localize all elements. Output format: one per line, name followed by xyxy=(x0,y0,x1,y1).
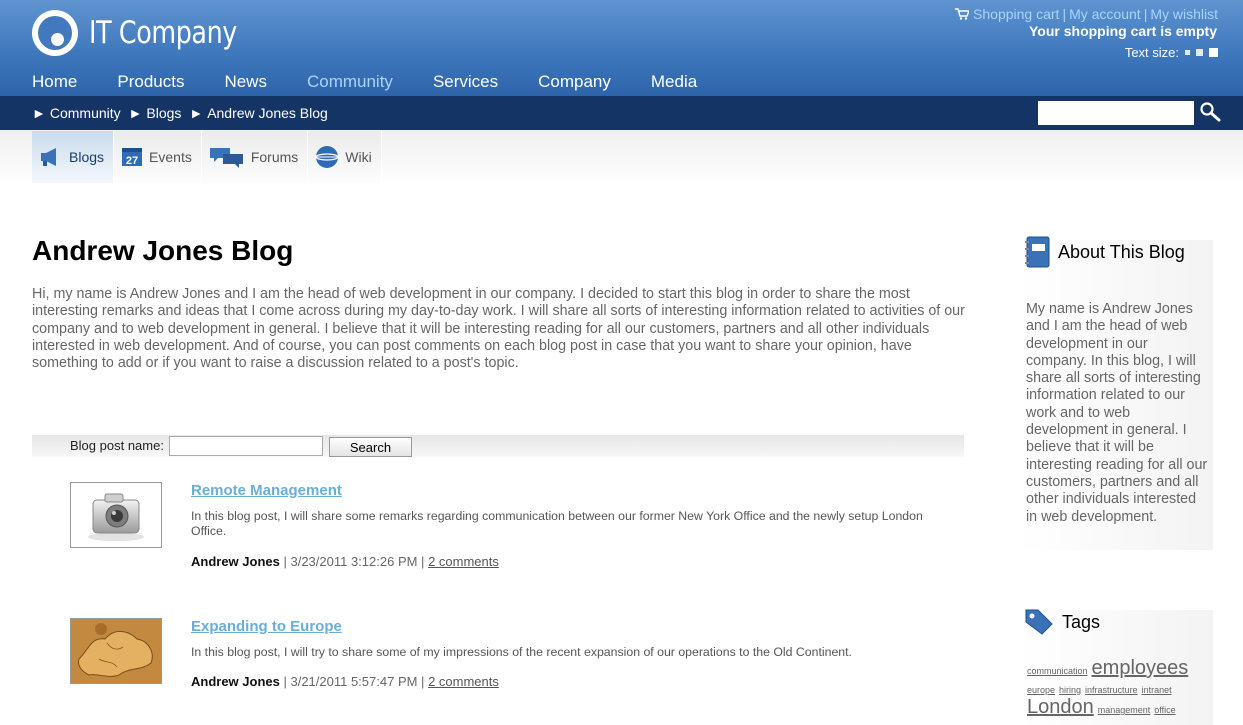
post-comments-link[interactable]: 2 comments xyxy=(428,554,499,569)
tag-link[interactable]: office xyxy=(1154,705,1175,715)
text-size-large-button[interactable] xyxy=(1209,48,1218,57)
tab-wiki[interactable]: Wiki xyxy=(308,131,382,183)
tag-link[interactable]: europe xyxy=(1027,685,1055,695)
europe-map-image xyxy=(71,619,161,683)
separator: | xyxy=(1143,6,1148,22)
community-subnav: Blogs 27 Events Forums Wiki xyxy=(32,131,382,183)
post-meta: Andrew Jones | 3/23/2011 3:12:26 PM | 2 … xyxy=(191,554,499,569)
chat-bubbles-icon xyxy=(209,148,243,168)
tag-icon xyxy=(1025,609,1053,635)
camera-image xyxy=(88,493,144,541)
nav-news[interactable]: News xyxy=(224,72,267,92)
breadcrumb-arrow-icon: ► xyxy=(189,105,204,121)
tag-link[interactable]: London xyxy=(1027,696,1094,718)
blog-post: Remote Management In this blog post, I w… xyxy=(70,482,970,582)
post-date: | 3/21/2011 5:57:47 PM | xyxy=(283,674,425,689)
text-size-label: Text size: xyxy=(1124,45,1179,60)
about-text: My name is Andrew Jones and I am the hea… xyxy=(1026,301,1208,525)
nav-services[interactable]: Services xyxy=(433,72,498,92)
tags-heading: Tags xyxy=(1024,608,1100,636)
tag-cloud: communication employees europe hiring infra… xyxy=(1027,657,1217,719)
tag-link[interactable]: infrastructure xyxy=(1085,685,1138,695)
breadcrumb-community[interactable]: Community xyxy=(50,105,121,121)
post-author: Andrew Jones xyxy=(191,674,280,689)
post-meta: Andrew Jones | 3/21/2011 5:57:47 PM | 2 … xyxy=(191,674,499,689)
my-wishlist-link[interactable]: My wishlist xyxy=(1150,6,1218,22)
main-nav: Home Products News Community Services Co… xyxy=(32,72,737,92)
text-size-medium-button[interactable] xyxy=(1196,49,1203,56)
tag-link[interactable]: employees xyxy=(1092,657,1189,679)
tab-events-label: Events xyxy=(149,149,192,165)
logo-icon xyxy=(32,10,78,56)
post-thumbnail[interactable] xyxy=(70,618,162,684)
account-links: Shopping cart | My account | My wishlist xyxy=(955,6,1218,22)
blog-intro: Hi, my name is Andrew Jones and I am the… xyxy=(32,286,965,372)
about-title: About This Blog xyxy=(1058,241,1185,262)
tag-link[interactable]: intranet xyxy=(1142,685,1172,695)
post-date: | 3/23/2011 3:12:26 PM | xyxy=(283,554,425,569)
breadcrumb-arrow-icon: ► xyxy=(32,105,46,121)
nav-products[interactable]: Products xyxy=(117,72,184,92)
breadcrumb-arrow-icon: ► xyxy=(128,105,143,121)
text-size-control: Text size: xyxy=(1125,45,1218,60)
breadcrumb: ► Community ► Blogs ► Andrew Jones Blog xyxy=(32,105,332,121)
text-size-small-button[interactable] xyxy=(1185,50,1190,55)
tab-events[interactable]: 27 Events xyxy=(114,131,202,183)
tab-forums[interactable]: Forums xyxy=(201,131,309,183)
search-icon[interactable] xyxy=(1198,101,1224,123)
blog-search-input[interactable] xyxy=(169,436,323,456)
nav-home[interactable]: Home xyxy=(32,72,77,92)
megaphone-icon xyxy=(41,148,56,166)
tab-blogs-label: Blogs xyxy=(69,149,105,165)
about-heading: About This Blog xyxy=(1024,236,1185,268)
tab-wiki-label: Wiki xyxy=(345,149,372,165)
post-summary: In this blog post, I will share some rem… xyxy=(191,509,923,538)
tab-forums-label: Forums xyxy=(250,149,299,165)
breadcrumb-current: Andrew Jones Blog xyxy=(207,105,328,121)
site-search-input[interactable] xyxy=(1038,101,1194,125)
calendar-icon: 27 xyxy=(122,148,143,167)
blog-search-button[interactable]: Search xyxy=(329,437,412,457)
tab-blogs[interactable]: Blogs xyxy=(32,131,115,183)
site-header: IT Company Shopping cart | My account | My w… xyxy=(0,0,1243,96)
tags-title: Tags xyxy=(1062,611,1101,632)
blog-search-label: Blog post name: xyxy=(70,438,164,453)
post-summary: In this blog post, I will try to share s… xyxy=(191,645,852,659)
shopping-cart-link[interactable]: Shopping cart xyxy=(973,6,1059,22)
shopping-cart-icon xyxy=(955,8,970,20)
blog-search-bar: Blog post name: Search xyxy=(32,435,964,457)
globe-icon xyxy=(315,146,339,168)
blog-post: Expanding to Europe In this blog post, I… xyxy=(70,618,970,708)
notebook-icon xyxy=(1025,236,1050,268)
tag-link[interactable]: hiring xyxy=(1059,685,1081,695)
post-comments-link[interactable]: 2 comments xyxy=(428,674,499,689)
post-thumbnail[interactable] xyxy=(70,482,162,548)
post-author: Andrew Jones xyxy=(191,554,280,569)
site-logo[interactable]: IT Company xyxy=(32,10,269,56)
my-account-link[interactable]: My account xyxy=(1069,6,1141,22)
page-title: Andrew Jones Blog xyxy=(32,235,294,266)
breadcrumb-blogs[interactable]: Blogs xyxy=(146,105,181,121)
tag-link[interactable]: communication xyxy=(1027,666,1088,676)
nav-media[interactable]: Media xyxy=(651,72,697,92)
post-title-link[interactable]: Remote Management xyxy=(191,482,342,499)
separator: | xyxy=(1062,6,1067,22)
nav-company[interactable]: Company xyxy=(538,72,611,92)
tag-link[interactable]: management xyxy=(1098,705,1151,715)
cart-status: Your shopping cart is empty xyxy=(1029,23,1217,39)
logo-text: IT Company xyxy=(89,15,237,51)
calendar-day: 27 xyxy=(126,155,138,167)
post-title-link[interactable]: Expanding to Europe xyxy=(191,618,342,635)
nav-community[interactable]: Community xyxy=(307,72,393,92)
